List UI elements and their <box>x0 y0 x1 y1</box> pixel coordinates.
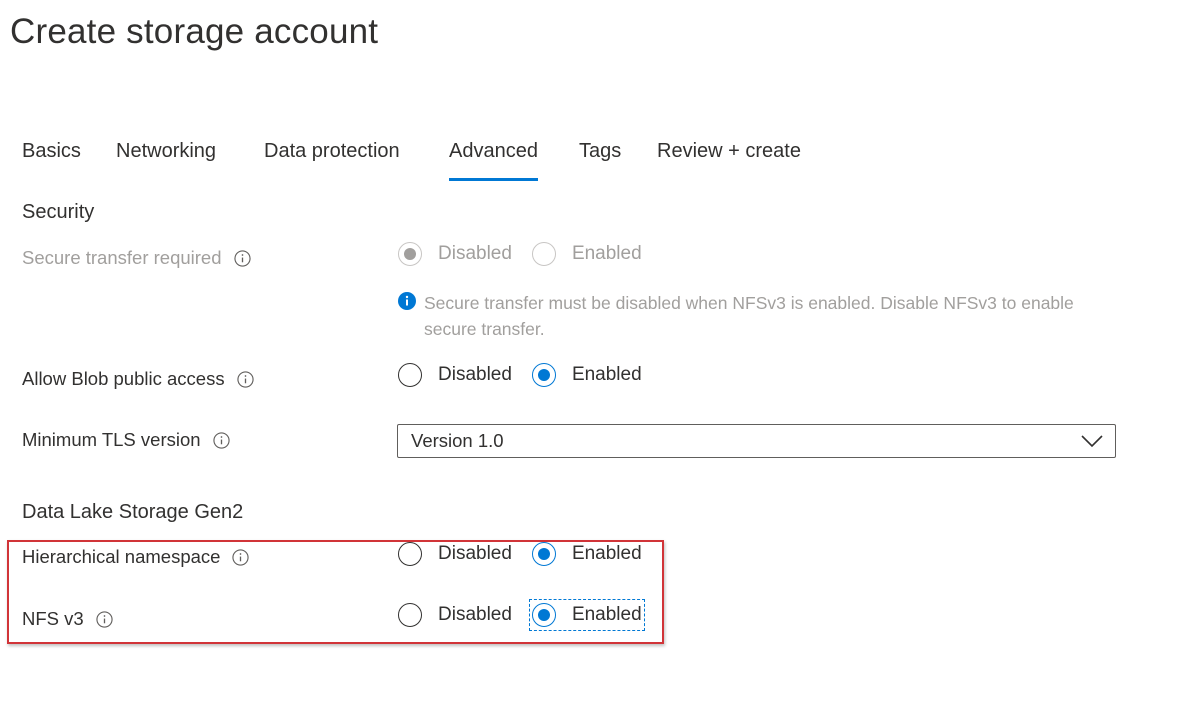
info-filled-icon <box>398 292 416 310</box>
tab-tags[interactable]: Tags <box>579 140 621 178</box>
secure-transfer-disabled-radio[interactable]: Disabled <box>398 239 512 269</box>
page-title: Create storage account <box>10 12 379 51</box>
tab-advanced[interactable]: Advanced <box>449 140 538 181</box>
hierarchical-namespace-label: Hierarchical namespace <box>22 546 250 568</box>
info-icon[interactable] <box>236 370 254 388</box>
hierarchical-namespace-enabled-radio[interactable]: Enabled <box>531 539 642 569</box>
min-tls-label: Minimum TLS version <box>22 429 230 451</box>
data-lake-heading: Data Lake Storage Gen2 <box>22 501 244 523</box>
secure-transfer-label-text: Secure transfer required <box>22 247 222 268</box>
radio-label: Disabled <box>438 243 512 264</box>
info-icon[interactable] <box>233 249 251 267</box>
blob-public-access-radio-group: Disabled Enabled <box>398 360 642 390</box>
radio-circle <box>398 542 422 566</box>
secure-transfer-label: Secure transfer required <box>22 247 251 269</box>
radio-circle <box>398 603 422 627</box>
info-icon[interactable] <box>212 431 230 449</box>
radio-circle <box>398 242 422 266</box>
radio-circle <box>531 242 556 266</box>
min-tls-label-text: Minimum TLS version <box>22 429 201 450</box>
info-message-text: Secure transfer must be disabled when NF… <box>424 293 1074 339</box>
nfs-v3-disabled-radio[interactable]: Disabled <box>398 600 512 630</box>
radio-label: Disabled <box>438 604 512 625</box>
min-tls-value: Version 1.0 <box>411 430 504 451</box>
hierarchical-namespace-label-text: Hierarchical namespace <box>22 546 221 567</box>
radio-circle <box>531 603 556 627</box>
radio-label: Enabled <box>571 364 642 385</box>
radio-circle <box>531 542 556 566</box>
tab-review-create[interactable]: Review + create <box>657 140 801 178</box>
radio-circle <box>398 363 422 387</box>
radio-label: Enabled <box>571 604 642 625</box>
nfs-v3-radio-group: Disabled Enabled <box>398 599 645 631</box>
tab-networking[interactable]: Networking <box>116 140 216 178</box>
hierarchical-namespace-disabled-radio[interactable]: Disabled <box>398 539 512 569</box>
security-heading: Security <box>22 201 95 223</box>
info-icon[interactable] <box>96 610 113 628</box>
nfs-v3-enabled-radio[interactable]: Enabled <box>528 599 645 631</box>
nfs-v3-label-text: NFS v3 <box>22 608 84 629</box>
min-tls-dropdown[interactable]: Version 1.0 <box>397 424 1116 458</box>
radio-circle <box>531 363 556 387</box>
radio-label: Enabled <box>571 543 642 564</box>
tab-data-protection[interactable]: Data protection <box>264 140 400 178</box>
info-icon[interactable] <box>232 548 250 566</box>
radio-label: Disabled <box>438 543 512 564</box>
blob-public-access-enabled-radio[interactable]: Enabled <box>531 360 642 390</box>
blob-public-access-disabled-radio[interactable]: Disabled <box>398 360 512 390</box>
radio-label: Disabled <box>438 364 512 385</box>
blob-public-access-label-text: Allow Blob public access <box>22 368 225 389</box>
radio-label: Enabled <box>571 243 642 264</box>
secure-transfer-enabled-radio[interactable]: Enabled <box>531 239 642 269</box>
hierarchical-namespace-radio-group: Disabled Enabled <box>398 539 642 569</box>
create-storage-account-page: Create storage account Basics Networking… <box>0 0 1195 703</box>
tab-basics[interactable]: Basics <box>22 140 81 178</box>
secure-transfer-info-message: Secure transfer must be disabled when NF… <box>398 290 1098 342</box>
secure-transfer-radio-group: Disabled Enabled <box>398 239 642 269</box>
chevron-down-icon <box>1081 435 1103 448</box>
nfs-v3-label: NFS v3 <box>22 608 113 630</box>
blob-public-access-label: Allow Blob public access <box>22 368 254 390</box>
